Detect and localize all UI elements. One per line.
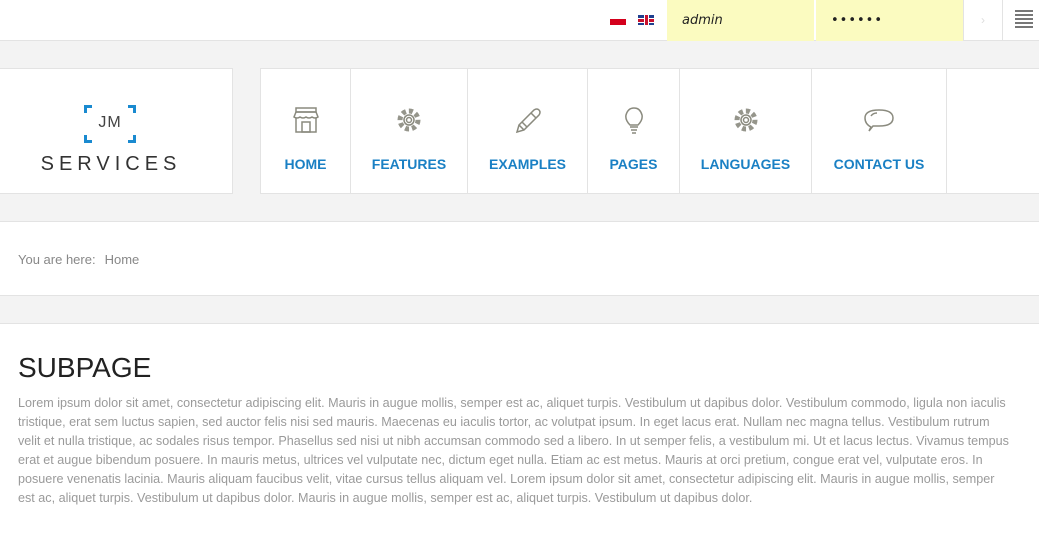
nav-item-features[interactable]: FEATURES xyxy=(350,69,467,193)
nav-label: FEATURES xyxy=(371,156,447,172)
username-input[interactable] xyxy=(667,0,814,41)
main-content: SUBPAGE Lorem ipsum dolor sit amet, cons… xyxy=(0,323,1039,536)
breadcrumb-prefix: You are here: xyxy=(18,252,96,267)
nav-item-pages[interactable]: PAGES xyxy=(587,69,679,193)
flag-en-icon[interactable] xyxy=(638,15,654,25)
top-bar: › xyxy=(0,0,1039,41)
gear-icon xyxy=(734,108,757,132)
body-text: Lorem ipsum dolor sit amet, consectetur … xyxy=(18,396,1009,505)
logo-text: SERVICES xyxy=(40,153,182,175)
nav-item-contact-us[interactable]: CONTACT US xyxy=(811,69,947,193)
nav-label: PAGES xyxy=(609,156,658,172)
logo[interactable]: JM SERVICES xyxy=(0,68,233,194)
nav-item-examples[interactable]: EXAMPLES xyxy=(467,69,587,193)
hamburger-icon xyxy=(1015,10,1033,12)
logo-mark: JM xyxy=(84,105,136,143)
breadcrumb-home-link[interactable]: Home xyxy=(105,252,140,267)
lightbulb-icon xyxy=(624,107,643,134)
logo-mark-text: JM xyxy=(98,114,122,131)
nav-item-languages[interactable]: LANGUAGES xyxy=(679,69,811,193)
pencil-icon xyxy=(515,108,541,134)
flag-pl-icon[interactable] xyxy=(610,15,626,25)
nav-label: HOME xyxy=(284,156,327,172)
gear-icon xyxy=(397,108,421,132)
breadcrumb: You are here: Home xyxy=(0,221,1039,296)
login-submit-button[interactable]: › xyxy=(963,0,1002,41)
chevron-right-icon: › xyxy=(981,13,985,27)
speech-bubble-icon xyxy=(864,109,894,132)
password-input[interactable] xyxy=(816,0,963,41)
store-icon xyxy=(292,107,319,133)
nav-item-home[interactable]: HOME xyxy=(260,69,350,193)
nav-label: EXAMPLES xyxy=(488,156,566,172)
page-title: SUBPAGE xyxy=(18,352,152,383)
main-nav: HOME FEATURES EXAMPLES PAGES LANGUAGES C… xyxy=(260,68,1039,194)
nav-label: CONTACT US xyxy=(833,156,925,172)
menu-button[interactable] xyxy=(1002,0,1039,41)
nav-label: LANGUAGES xyxy=(700,156,791,172)
